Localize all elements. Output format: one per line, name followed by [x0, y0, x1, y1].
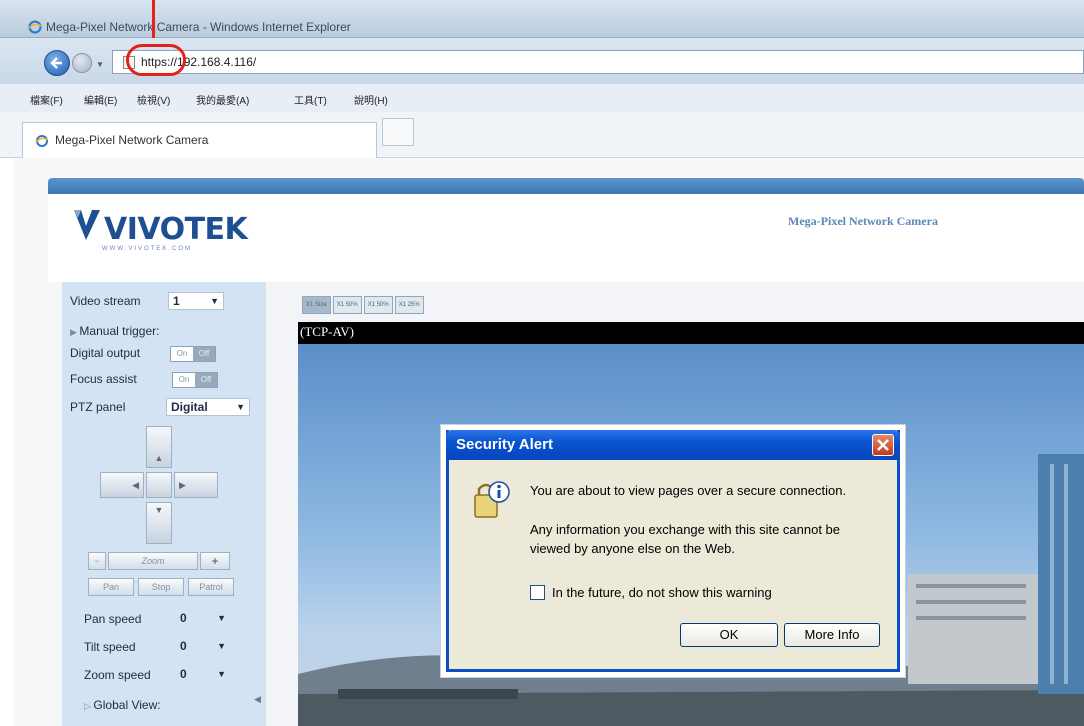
dialog-message-line1: You are about to view pages over a secur…	[530, 483, 847, 498]
logo-text: VIVOTEK	[104, 212, 248, 247]
video-protocol-label: (TCP-AV)	[300, 324, 354, 339]
video-stream-value: 1	[173, 294, 180, 308]
triangle-right-icon: ▶	[70, 327, 80, 337]
pan-right-button[interactable]: ▶	[174, 472, 218, 498]
forward-button[interactable]	[72, 53, 92, 73]
address-bar[interactable]: https://192.168.4.116/	[112, 50, 1084, 74]
dont-show-warning-checkbox[interactable]	[530, 585, 545, 600]
history-dropdown-icon[interactable]: ▼	[96, 60, 104, 69]
stop-button[interactable]: Stop	[138, 578, 184, 596]
tab-strip: Mega-Pixel Network Camera	[0, 112, 1084, 158]
video-stream-label: Video stream	[70, 294, 141, 308]
zoom-in-button[interactable]: +	[200, 552, 230, 570]
tab-camera[interactable]: Mega-Pixel Network Camera	[22, 122, 377, 158]
toggle-off[interactable]: Off	[195, 373, 217, 387]
menu-edit[interactable]: 編輯(E)	[84, 92, 117, 107]
chevron-down-icon: ▼	[217, 613, 226, 623]
zoom-label: Zoom	[108, 552, 198, 570]
ie-icon	[28, 20, 42, 34]
down-arrow-icon: ▼	[154, 505, 164, 515]
dialog-title-bar: Security Alert	[446, 430, 900, 460]
menu-help[interactable]: 說明(H)	[354, 92, 388, 107]
ok-button[interactable]: OK	[680, 623, 778, 647]
patrol-button[interactable]: Patrol	[188, 578, 234, 596]
size-button-2[interactable]: X1 50%	[332, 296, 362, 314]
chevron-down-icon: ▼	[236, 402, 245, 412]
ptz-direction-pad: ▲ ▼ ◀ ▶	[100, 426, 220, 546]
dialog-message-line3: viewed by anyone else on the Web.	[530, 541, 736, 556]
pan-left-button[interactable]: ◀	[100, 472, 144, 498]
size-button-4[interactable]: X1 25%	[394, 296, 424, 314]
digital-output-label: Digital output	[70, 346, 141, 360]
right-arrow-icon: ▶	[179, 480, 186, 490]
new-tab-button[interactable]	[382, 118, 414, 146]
pan-speed-select[interactable]: 0 ▼	[176, 610, 230, 628]
global-view-toggle[interactable]: ▷ Global View:	[84, 698, 161, 712]
menu-file[interactable]: 檔案(F)	[30, 92, 63, 107]
camera-title: Mega-Pixel Network Camera	[788, 214, 938, 228]
manual-trigger-toggle[interactable]: ▶ Manual trigger:	[70, 324, 159, 338]
tab-label: Mega-Pixel Network Camera	[55, 133, 209, 147]
view-size-buttons: X1 Size X1 50% X1 50% X1 25%	[302, 296, 424, 316]
chevron-down-icon: ▼	[217, 669, 226, 679]
toggle-off[interactable]: Off	[193, 347, 215, 361]
vivotek-logo: VIVOTEK WWW.VIVOTEK.COM	[70, 200, 270, 256]
logo-mark-icon	[74, 210, 100, 240]
left-arrow-icon: ◀	[132, 480, 139, 490]
dialog-message-line2: Any information you exchange with this s…	[530, 522, 841, 537]
close-icon	[877, 439, 889, 451]
https-highlight-circle	[126, 44, 186, 76]
focus-assist-label: Focus assist	[70, 372, 137, 386]
video-stream-select[interactable]: 1 ▼	[168, 292, 224, 310]
chevron-down-icon: ▼	[217, 641, 226, 651]
menu-favorites[interactable]: 我的最愛(A)	[196, 92, 249, 107]
zoom-speed-select[interactable]: 0 ▼	[176, 666, 230, 684]
dont-show-warning-label[interactable]: In the future, do not show this warning	[552, 585, 772, 600]
size-button-3[interactable]: X1 50%	[363, 296, 393, 314]
menu-bar: 檔案(F) 編輯(E) 檢視(V) 我的最愛(A) 工具(T) 說明(H)	[0, 84, 1084, 112]
chevron-down-icon: ▼	[210, 296, 219, 306]
window-title-bar: Mega-Pixel Network Camera - Windows Inte…	[0, 0, 1084, 38]
page-header: VIVOTEK WWW.VIVOTEK.COM Mega-Pixel Netwo…	[48, 194, 1084, 282]
pan-speed-value: 0	[180, 611, 187, 625]
pan-speed-label: Pan speed	[84, 612, 142, 626]
menu-view[interactable]: 檢視(V)	[137, 92, 170, 107]
size-button-1[interactable]: X1 Size	[302, 296, 331, 314]
menu-tools[interactable]: 工具(T)	[294, 92, 327, 107]
triangle-right-icon: ▷	[84, 701, 94, 711]
dialog-close-button[interactable]	[872, 434, 894, 456]
toggle-on[interactable]: On	[173, 373, 195, 387]
ptz-panel-label: PTZ panel	[70, 400, 126, 414]
collapse-sidebar-icon[interactable]: ◀	[254, 694, 261, 705]
ptz-panel-value: Digital	[171, 400, 208, 414]
ie-page-icon	[35, 135, 49, 147]
tilt-speed-select[interactable]: 0 ▼	[176, 638, 230, 656]
zoom-speed-value: 0	[180, 667, 187, 681]
pan-button[interactable]: Pan	[88, 578, 134, 596]
up-arrow-icon: ▲	[154, 453, 164, 463]
zoom-speed-label: Zoom speed	[84, 668, 151, 682]
back-button[interactable]	[44, 50, 70, 76]
page-top-bar	[48, 178, 1084, 194]
back-arrow-icon	[50, 57, 62, 69]
security-lock-info-icon	[474, 481, 510, 518]
digital-output-toggle[interactable]: On Off	[170, 346, 216, 362]
tilt-down-button[interactable]: ▼	[146, 502, 172, 544]
tilt-speed-value: 0	[180, 639, 187, 653]
global-view-label: Global View	[93, 698, 158, 712]
more-info-button[interactable]: More Info	[784, 623, 880, 647]
window-title: Mega-Pixel Network Camera - Windows Inte…	[46, 20, 351, 34]
ptz-panel-select[interactable]: Digital ▼	[166, 398, 250, 416]
focus-assist-toggle[interactable]: On Off	[172, 372, 218, 388]
logo-subtext: WWW.VIVOTEK.COM	[102, 246, 192, 252]
home-button[interactable]	[146, 472, 172, 498]
manual-trigger-label: Manual trigger	[79, 324, 157, 338]
tilt-up-button[interactable]: ▲	[146, 426, 172, 468]
toggle-on[interactable]: On	[171, 347, 193, 361]
dialog-title: Security Alert	[456, 436, 553, 453]
zoom-out-button[interactable]: −	[88, 552, 106, 570]
tilt-speed-label: Tilt speed	[84, 640, 136, 654]
